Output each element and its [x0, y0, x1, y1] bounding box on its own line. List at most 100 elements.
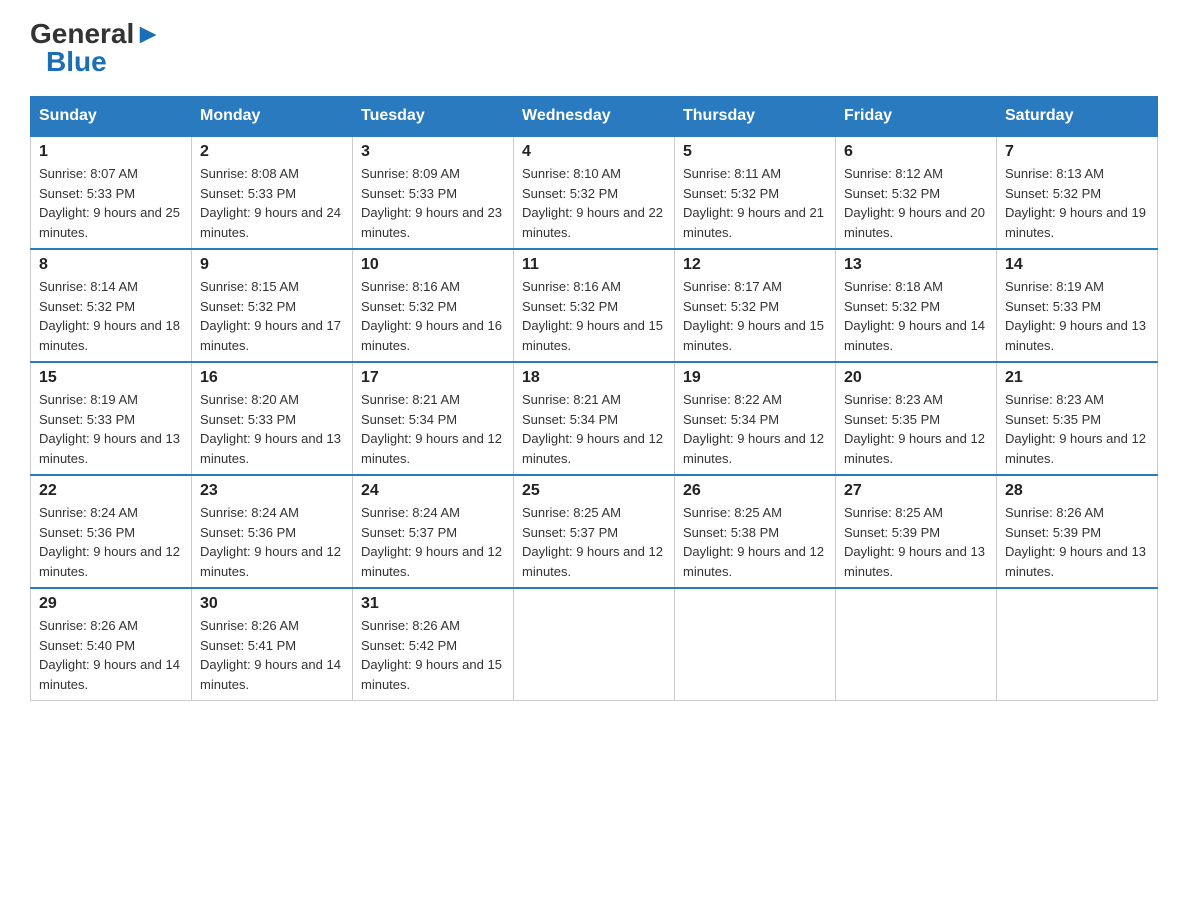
day-info: Sunrise: 8:23 AMSunset: 5:35 PMDaylight:…	[1005, 392, 1146, 466]
header-thursday: Thursday	[675, 97, 836, 137]
day-info: Sunrise: 8:24 AMSunset: 5:36 PMDaylight:…	[200, 505, 341, 579]
calendar-week-row: 15 Sunrise: 8:19 AMSunset: 5:33 PMDaylig…	[31, 362, 1158, 475]
day-number: 26	[683, 482, 827, 500]
day-number: 11	[522, 256, 666, 274]
day-info: Sunrise: 8:14 AMSunset: 5:32 PMDaylight:…	[39, 279, 180, 353]
calendar-day-cell: 31 Sunrise: 8:26 AMSunset: 5:42 PMDaylig…	[353, 588, 514, 701]
day-number: 31	[361, 595, 505, 613]
day-info: Sunrise: 8:26 AMSunset: 5:41 PMDaylight:…	[200, 618, 341, 692]
logo-blue-text: Blue	[46, 48, 107, 76]
day-number: 2	[200, 143, 344, 161]
day-info: Sunrise: 8:15 AMSunset: 5:32 PMDaylight:…	[200, 279, 341, 353]
day-number: 12	[683, 256, 827, 274]
calendar-table: SundayMondayTuesdayWednesdayThursdayFrid…	[30, 96, 1158, 701]
day-info: Sunrise: 8:13 AMSunset: 5:32 PMDaylight:…	[1005, 166, 1146, 240]
calendar-empty-cell	[836, 588, 997, 701]
calendar-week-row: 29 Sunrise: 8:26 AMSunset: 5:40 PMDaylig…	[31, 588, 1158, 701]
day-number: 15	[39, 369, 183, 387]
day-info: Sunrise: 8:19 AMSunset: 5:33 PMDaylight:…	[39, 392, 180, 466]
calendar-day-cell: 11 Sunrise: 8:16 AMSunset: 5:32 PMDaylig…	[514, 249, 675, 362]
calendar-week-row: 1 Sunrise: 8:07 AMSunset: 5:33 PMDayligh…	[31, 136, 1158, 249]
calendar-day-cell: 24 Sunrise: 8:24 AMSunset: 5:37 PMDaylig…	[353, 475, 514, 588]
day-info: Sunrise: 8:20 AMSunset: 5:33 PMDaylight:…	[200, 392, 341, 466]
calendar-week-row: 8 Sunrise: 8:14 AMSunset: 5:32 PMDayligh…	[31, 249, 1158, 362]
day-number: 22	[39, 482, 183, 500]
calendar-day-cell: 15 Sunrise: 8:19 AMSunset: 5:33 PMDaylig…	[31, 362, 192, 475]
calendar-day-cell: 10 Sunrise: 8:16 AMSunset: 5:32 PMDaylig…	[353, 249, 514, 362]
calendar-day-cell: 17 Sunrise: 8:21 AMSunset: 5:34 PMDaylig…	[353, 362, 514, 475]
calendar-day-cell: 5 Sunrise: 8:11 AMSunset: 5:32 PMDayligh…	[675, 136, 836, 249]
logo-general-text: General►	[30, 20, 162, 48]
calendar-day-cell: 20 Sunrise: 8:23 AMSunset: 5:35 PMDaylig…	[836, 362, 997, 475]
day-info: Sunrise: 8:16 AMSunset: 5:32 PMDaylight:…	[361, 279, 502, 353]
day-number: 24	[361, 482, 505, 500]
day-info: Sunrise: 8:19 AMSunset: 5:33 PMDaylight:…	[1005, 279, 1146, 353]
calendar-empty-cell	[997, 588, 1158, 701]
calendar-day-cell: 4 Sunrise: 8:10 AMSunset: 5:32 PMDayligh…	[514, 136, 675, 249]
calendar-header-row: SundayMondayTuesdayWednesdayThursdayFrid…	[31, 97, 1158, 137]
logo-triangle-inline: ►	[134, 18, 162, 49]
day-number: 28	[1005, 482, 1149, 500]
calendar-day-cell: 2 Sunrise: 8:08 AMSunset: 5:33 PMDayligh…	[192, 136, 353, 249]
calendar-day-cell: 22 Sunrise: 8:24 AMSunset: 5:36 PMDaylig…	[31, 475, 192, 588]
calendar-day-cell: 30 Sunrise: 8:26 AMSunset: 5:41 PMDaylig…	[192, 588, 353, 701]
day-number: 23	[200, 482, 344, 500]
day-number: 6	[844, 143, 988, 161]
calendar-day-cell: 6 Sunrise: 8:12 AMSunset: 5:32 PMDayligh…	[836, 136, 997, 249]
header-friday: Friday	[836, 97, 997, 137]
day-info: Sunrise: 8:25 AMSunset: 5:37 PMDaylight:…	[522, 505, 663, 579]
day-number: 20	[844, 369, 988, 387]
day-info: Sunrise: 8:26 AMSunset: 5:40 PMDaylight:…	[39, 618, 180, 692]
calendar-day-cell: 23 Sunrise: 8:24 AMSunset: 5:36 PMDaylig…	[192, 475, 353, 588]
day-number: 18	[522, 369, 666, 387]
day-number: 27	[844, 482, 988, 500]
calendar-day-cell: 3 Sunrise: 8:09 AMSunset: 5:33 PMDayligh…	[353, 136, 514, 249]
day-number: 19	[683, 369, 827, 387]
calendar-day-cell: 18 Sunrise: 8:21 AMSunset: 5:34 PMDaylig…	[514, 362, 675, 475]
day-info: Sunrise: 8:25 AMSunset: 5:38 PMDaylight:…	[683, 505, 824, 579]
day-number: 21	[1005, 369, 1149, 387]
day-info: Sunrise: 8:08 AMSunset: 5:33 PMDaylight:…	[200, 166, 341, 240]
day-number: 8	[39, 256, 183, 274]
calendar-day-cell: 16 Sunrise: 8:20 AMSunset: 5:33 PMDaylig…	[192, 362, 353, 475]
calendar-empty-cell	[514, 588, 675, 701]
day-number: 4	[522, 143, 666, 161]
calendar-day-cell: 9 Sunrise: 8:15 AMSunset: 5:32 PMDayligh…	[192, 249, 353, 362]
page-header: General► Blue	[30, 20, 1158, 76]
day-number: 10	[361, 256, 505, 274]
calendar-day-cell: 21 Sunrise: 8:23 AMSunset: 5:35 PMDaylig…	[997, 362, 1158, 475]
day-number: 9	[200, 256, 344, 274]
day-info: Sunrise: 8:07 AMSunset: 5:33 PMDaylight:…	[39, 166, 180, 240]
calendar-empty-cell	[675, 588, 836, 701]
header-saturday: Saturday	[997, 97, 1158, 137]
calendar-day-cell: 26 Sunrise: 8:25 AMSunset: 5:38 PMDaylig…	[675, 475, 836, 588]
logo: General► Blue	[30, 20, 162, 76]
day-info: Sunrise: 8:24 AMSunset: 5:36 PMDaylight:…	[39, 505, 180, 579]
day-number: 1	[39, 143, 183, 161]
calendar-day-cell: 12 Sunrise: 8:17 AMSunset: 5:32 PMDaylig…	[675, 249, 836, 362]
day-number: 16	[200, 369, 344, 387]
day-info: Sunrise: 8:25 AMSunset: 5:39 PMDaylight:…	[844, 505, 985, 579]
day-number: 13	[844, 256, 988, 274]
day-info: Sunrise: 8:16 AMSunset: 5:32 PMDaylight:…	[522, 279, 663, 353]
day-number: 7	[1005, 143, 1149, 161]
day-info: Sunrise: 8:12 AMSunset: 5:32 PMDaylight:…	[844, 166, 985, 240]
day-number: 3	[361, 143, 505, 161]
day-number: 29	[39, 595, 183, 613]
day-info: Sunrise: 8:18 AMSunset: 5:32 PMDaylight:…	[844, 279, 985, 353]
calendar-day-cell: 28 Sunrise: 8:26 AMSunset: 5:39 PMDaylig…	[997, 475, 1158, 588]
day-info: Sunrise: 8:21 AMSunset: 5:34 PMDaylight:…	[361, 392, 502, 466]
header-sunday: Sunday	[31, 97, 192, 137]
day-info: Sunrise: 8:22 AMSunset: 5:34 PMDaylight:…	[683, 392, 824, 466]
calendar-day-cell: 7 Sunrise: 8:13 AMSunset: 5:32 PMDayligh…	[997, 136, 1158, 249]
day-info: Sunrise: 8:10 AMSunset: 5:32 PMDaylight:…	[522, 166, 663, 240]
day-info: Sunrise: 8:26 AMSunset: 5:39 PMDaylight:…	[1005, 505, 1146, 579]
calendar-day-cell: 19 Sunrise: 8:22 AMSunset: 5:34 PMDaylig…	[675, 362, 836, 475]
day-number: 14	[1005, 256, 1149, 274]
day-number: 25	[522, 482, 666, 500]
day-info: Sunrise: 8:09 AMSunset: 5:33 PMDaylight:…	[361, 166, 502, 240]
header-wednesday: Wednesday	[514, 97, 675, 137]
day-info: Sunrise: 8:23 AMSunset: 5:35 PMDaylight:…	[844, 392, 985, 466]
calendar-day-cell: 14 Sunrise: 8:19 AMSunset: 5:33 PMDaylig…	[997, 249, 1158, 362]
calendar-day-cell: 13 Sunrise: 8:18 AMSunset: 5:32 PMDaylig…	[836, 249, 997, 362]
